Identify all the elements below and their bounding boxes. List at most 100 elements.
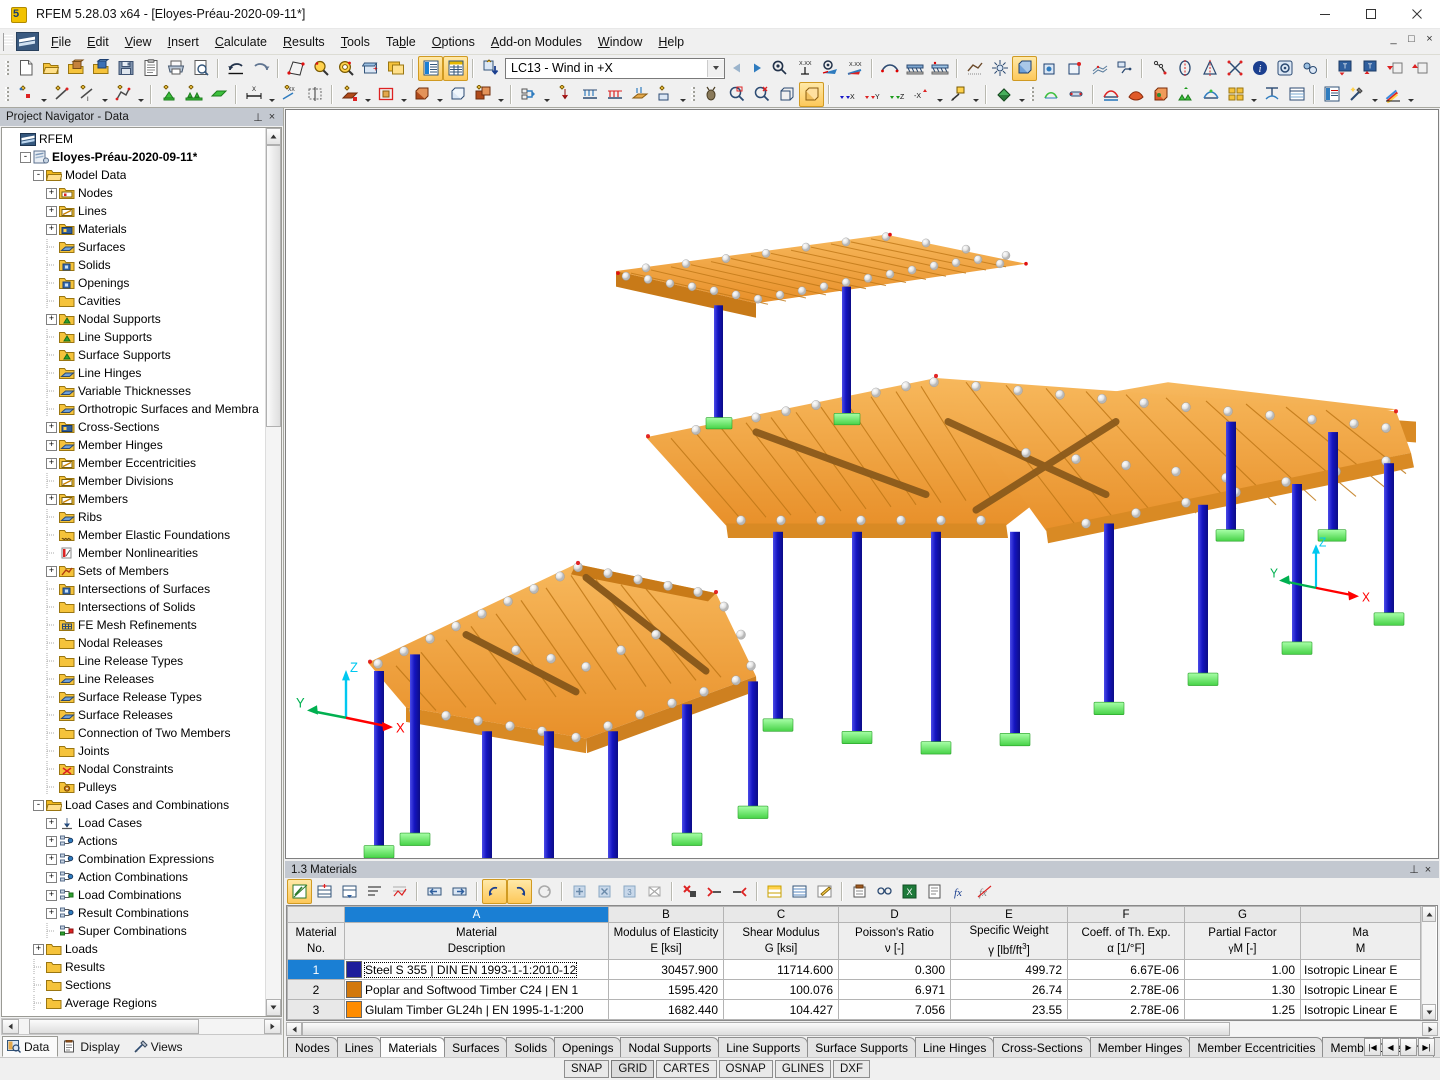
save-all-icon[interactable] [138,56,163,81]
load-case-combo[interactable]: LC13 - Wind in +X [505,57,725,79]
partial-factor-cell[interactable]: 1.25 [1184,999,1301,1020]
table-tab-line-supports[interactable]: Line Supports [718,1037,809,1057]
results-values-icon[interactable] [767,56,792,81]
result-grid-dropdown[interactable] [1248,79,1259,109]
tree-expander[interactable]: + [45,439,58,452]
thermal-expansion-cell[interactable]: 6.67E-06 [1067,959,1185,980]
renumber-icon[interactable]: 3 [617,879,642,904]
display-properties-icon[interactable] [333,56,358,81]
printout-icon[interactable] [1319,82,1344,107]
member-load-icon[interactable] [577,82,602,107]
xx-dim-icon[interactable]: XX [277,82,302,107]
free-load-icon[interactable] [652,82,677,107]
section-icon[interactable] [1112,56,1137,81]
toolbar-grip[interactable] [1029,84,1036,104]
tree-item-cavities[interactable]: Cavities [6,292,265,310]
partial-factor-cell[interactable]: 1.00 [1184,959,1301,980]
menu-addon-modules[interactable]: Add-on Modules [483,32,590,52]
tree-expander[interactable]: + [45,313,58,326]
menu-help[interactable]: Help [650,32,692,52]
printout-report-icon[interactable] [443,55,468,81]
zoom-out-icon[interactable] [749,82,774,107]
new-opening-icon[interactable] [373,82,398,107]
mesh-icon[interactable] [962,56,987,81]
zoom-model-icon[interactable] [308,56,333,81]
redo-icon[interactable] [248,56,273,81]
tree-expander[interactable]: + [45,421,58,434]
tree-item-cross-sections[interactable]: + Cross-Sections [6,418,265,436]
window-icon[interactable] [383,56,408,81]
table-tab-member-eccentricities[interactable]: Member Eccentricities [1189,1037,1324,1057]
wizard-icon[interactable] [1344,82,1369,107]
view-z-icon[interactable]: Z [884,82,909,107]
new-opening-dropdown[interactable] [398,79,409,109]
nodal-support-icon[interactable] [156,82,181,107]
menu-edit[interactable]: Edit [79,32,117,52]
toolbar-grip[interactable] [4,84,11,104]
material-model-cell[interactable]: Isotropic Linear E [1300,999,1421,1020]
render-transparent-icon[interactable] [1037,56,1062,81]
view-x-icon[interactable]: X [834,82,859,107]
import-icon[interactable]: T [1332,56,1357,81]
result-diagram-icon[interactable] [1198,82,1223,107]
modulus-of-elasticity-cell[interactable]: 1682.440 [608,999,724,1020]
insert-row-icon[interactable] [312,879,337,904]
cross-icon[interactable] [1222,56,1247,81]
excel-export-icon[interactable]: X [897,879,922,904]
tree-expander[interactable]: + [45,889,58,902]
render-solid-icon[interactable] [1012,55,1037,81]
new-set-dropdown[interactable] [495,79,506,109]
new-solid-dropdown[interactable] [434,79,445,109]
export-icon[interactable]: T [1357,56,1382,81]
undo-icon[interactable] [482,879,507,904]
tree-expander[interactable]: + [45,205,58,218]
append-row-icon[interactable] [337,879,362,904]
options-icon[interactable] [1297,56,1322,81]
solid-result-icon[interactable] [1148,82,1173,107]
load-case-select-icon[interactable] [478,56,503,81]
tree-expander[interactable]: + [45,907,58,920]
material-description-cell[interactable]: Glulam Timber GL24h | EN 1995-1-1:200 [344,999,609,1020]
support-icon[interactable] [1173,82,1198,107]
material-number-cell[interactable]: 1 [287,959,345,980]
new-dimension-icon[interactable]: I [74,82,99,107]
tree-item-line-releases[interactable]: Line Releases [6,670,265,688]
material-description-cell[interactable]: Poplar and Softwood Timber C24 | EN 1 [344,979,609,1000]
add-icon[interactable] [567,879,592,904]
tree-item-nodal-supports[interactable]: + Nodal Supports [6,310,265,328]
menu-results[interactable]: Results [275,32,333,52]
mdi-maximize-button[interactable]: □ [1405,33,1418,45]
settings-icon[interactable] [1272,56,1297,81]
navigator-tab-display[interactable]: Display [58,1036,128,1057]
pin-icon[interactable]: ⊥ [1407,863,1421,876]
view-neg-x-icon[interactable]: -X [909,82,934,107]
render-icon[interactable] [799,81,824,107]
tree-item-intersections-of-solids[interactable]: Intersections of Solids [6,598,265,616]
table-tab-solids[interactable]: Solids [506,1037,556,1057]
zoom-all-icon[interactable] [774,82,799,107]
tree-item-member-hinges[interactable]: + Member Hinges [6,436,265,454]
tree-item-solids[interactable]: Solids [6,256,265,274]
status-toggle-osnap[interactable]: OSNAP [718,1060,773,1078]
materials-table[interactable]: ABCDEFG Material No. Material Description Mo… [287,906,1421,1020]
tree-expander[interactable]: + [45,817,58,830]
mdi-close-button[interactable]: × [1423,33,1436,45]
status-toggle-cartes[interactable]: CARTES [656,1060,717,1078]
poissons-ratio-cell[interactable]: 0.300 [838,959,951,980]
symmetry-icon[interactable] [1197,56,1222,81]
scrollbar-thumb[interactable] [29,1019,199,1034]
edit-cell-icon[interactable] [812,879,837,904]
tree-item-variable-thicknesses[interactable]: Variable Thicknesses [6,382,265,400]
tree-item-results[interactable]: Results [6,958,265,976]
menu-calculate[interactable]: Calculate [207,32,275,52]
clear-formula-icon[interactable]: fx [972,879,997,904]
zoom-in-icon[interactable] [724,82,749,107]
scrollbar-thumb[interactable] [266,145,281,427]
info-icon[interactable]: i [1247,56,1272,81]
tree-item-members[interactable]: + Members [6,490,265,508]
deformation-icon[interactable] [877,56,902,81]
thermal-expansion-cell[interactable]: 2.78E-06 [1067,999,1185,1020]
new-node-dropdown[interactable] [38,79,49,109]
menu-view[interactable]: View [117,32,160,52]
toolbar-grip[interactable] [690,84,697,104]
